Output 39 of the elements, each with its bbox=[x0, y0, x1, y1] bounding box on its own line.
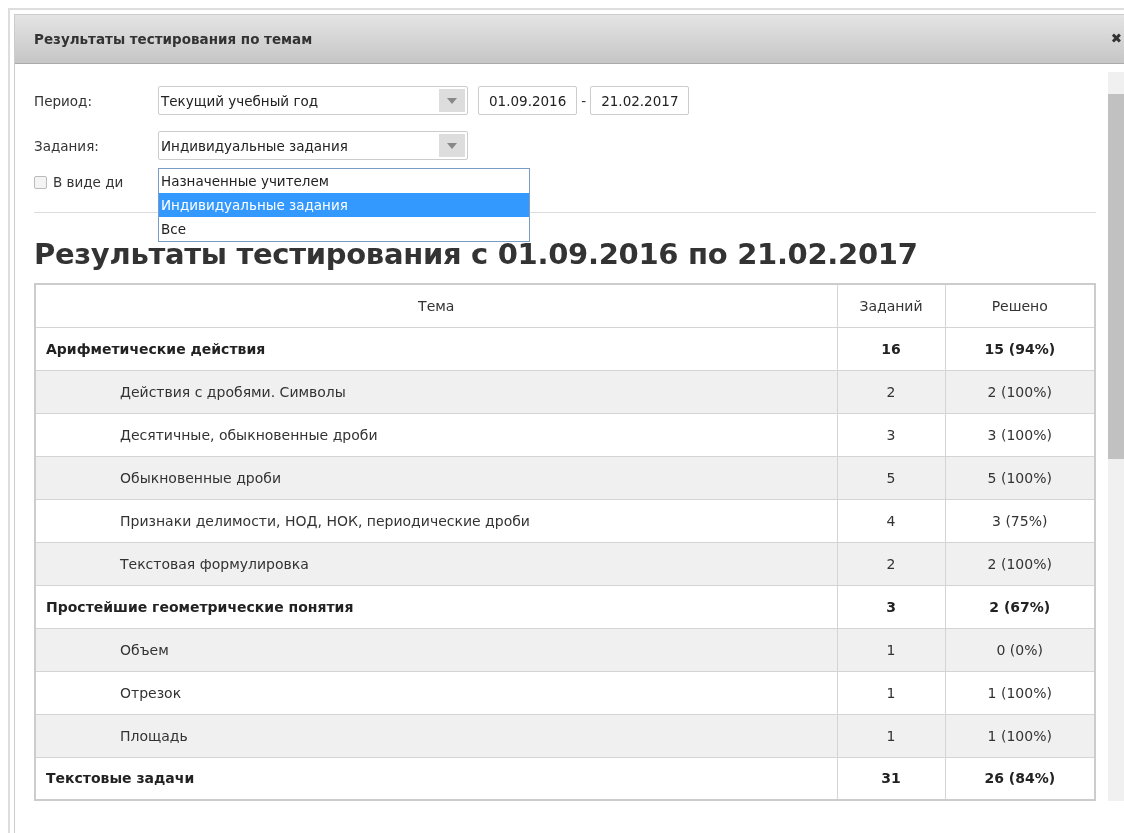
table-cell: 2 bbox=[837, 370, 945, 413]
topic-cell: Признаки делимости, НОД, НОК, периодические дроби bbox=[35, 499, 837, 542]
topic-cell: Текстовая формулировка bbox=[35, 542, 837, 585]
table-cell: 1 bbox=[837, 628, 945, 671]
field-label: Период: bbox=[34, 92, 93, 109]
dropdown[interactable]: Текущий учебный год bbox=[158, 86, 468, 115]
topic-cell: Десятичные, обыкновенные дроби bbox=[35, 413, 837, 456]
topic-cell: Обыкновенные дроби bbox=[35, 456, 837, 499]
topic-cell: Объем bbox=[35, 628, 837, 671]
caret-icon bbox=[447, 142, 457, 149]
date-separator: - bbox=[581, 92, 587, 109]
scrollbar[interactable] bbox=[1108, 72, 1124, 801]
table-cell: 5 bbox=[837, 456, 945, 499]
scrollbar-thumb[interactable] bbox=[1108, 94, 1124, 459]
topic-cell: Площадь bbox=[35, 714, 837, 757]
table-cell: 1 bbox=[837, 671, 945, 714]
table-cell: 3 bbox=[837, 585, 945, 628]
field-label: Задания: bbox=[34, 137, 100, 154]
topic-cell: Отрезок bbox=[35, 671, 837, 714]
topic-group-cell: Арифметические действия bbox=[35, 327, 837, 370]
table-cell: 1 bbox=[837, 714, 945, 757]
column-header: Заданий bbox=[837, 284, 945, 327]
dropdown[interactable]: Индивидуальные задания bbox=[158, 131, 468, 160]
topic-cell: Действия с дробями. Символы bbox=[35, 370, 837, 413]
table-cell: 4 bbox=[837, 499, 945, 542]
column-header: Тема bbox=[35, 284, 837, 327]
window-title: Результаты тестирования по темам bbox=[34, 31, 313, 47]
checkbox-label: В виде ди bbox=[53, 174, 124, 190]
caret-icon bbox=[447, 97, 457, 104]
table-cell: 2 bbox=[837, 542, 945, 585]
dropdown-option[interactable]: Назначенные учителем bbox=[159, 169, 529, 193]
date-field[interactable]: 21.02.2017 bbox=[590, 86, 690, 115]
topic-group-cell: Простейшие геометрические понятия bbox=[35, 585, 837, 628]
table-cell: 16 bbox=[837, 327, 945, 370]
checkbox[interactable] bbox=[34, 175, 47, 189]
column-header: Решено bbox=[945, 284, 1095, 327]
close-icon[interactable]: ✖ bbox=[1110, 32, 1124, 46]
date-field[interactable]: 01.09.2016 bbox=[478, 86, 578, 115]
table-cell: 3 bbox=[837, 413, 945, 456]
